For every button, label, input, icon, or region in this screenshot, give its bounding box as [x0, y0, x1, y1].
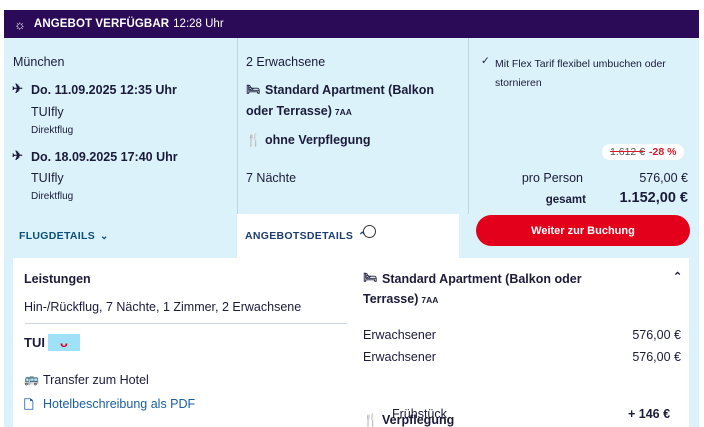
board-type: ohne Verpflegung — [265, 133, 371, 147]
room-name-line1: Standard Apartment (Balkon — [265, 83, 435, 97]
room-name-line2: oder Terrasse) 7AA — [246, 104, 352, 118]
check-icon: ✓ — [481, 55, 490, 67]
hotel-pdf-link[interactable]: Hotelbeschreibung als PDF — [43, 397, 195, 411]
price-column: ✓ Mit Flex Tarif flexibel umbuchen oder … — [468, 38, 699, 214]
continue-booking-button[interactable]: Weiter zur Buchung — [476, 215, 690, 246]
outbound-type: Direktflug — [31, 125, 74, 136]
services-title: Leistungen — [24, 272, 91, 286]
offer-panel: München ✈ Do. 11.09.2025 12:35 Uhr TUIfl… — [4, 38, 699, 427]
flex-tariff-note: Mit Flex Tarif flexibel umbuchen oder st… — [495, 58, 666, 89]
plane-return-icon: ✈ — [12, 148, 23, 163]
divider — [25, 323, 347, 324]
services-text: Hin-/Rückflug, 7 Nächte, 1 Zimmer, 2 Erw… — [24, 300, 302, 314]
offer-details-section: Leistungen Hin-/Rückflug, 7 Nächte, 1 Zi… — [13, 258, 689, 427]
travellers: 2 Erwachsene — [246, 55, 326, 69]
document-icon: 🗋 — [24, 398, 34, 412]
cutlery-icon: 🍴 — [246, 133, 261, 147]
tui-smile-logo: ᴗ — [48, 334, 80, 351]
total-label: gesamt — [545, 194, 586, 206]
departure-city: München — [13, 55, 65, 69]
breakfast-option-price: + 146 € — [628, 407, 671, 421]
offer-column: 2 Erwachsene 🛏 Standard Apartment (Balko… — [237, 38, 467, 214]
tab-flight-details-label: FLUGDETAILS — [19, 230, 96, 242]
total-price: 1.152,00 € — [619, 190, 688, 206]
cutlery-icon: 🍴 — [363, 413, 378, 427]
transfer-text: Transfer zum Hotel — [43, 373, 149, 387]
price-row-label: Erwachsener — [363, 328, 436, 342]
bed-icon: 🛏 — [246, 84, 260, 96]
chevron-down-icon: ⌄ — [100, 230, 109, 242]
per-person-price: 576,00 € — [639, 171, 688, 185]
bed-icon: 🛏 — [363, 272, 377, 284]
breakfast-radio[interactable] — [363, 225, 376, 238]
inbound-type: Direktflug — [31, 191, 74, 202]
breakfast-option-label: Frühstück — [392, 407, 447, 421]
tab-offer-details-label: ANGEBOTSDETAILS — [245, 230, 354, 242]
price-row-label: Erwachsener — [363, 350, 436, 364]
room-title-line1: Standard Apartment (Balkon oder — [382, 272, 582, 286]
plane-departure-icon: ✈ — [12, 81, 23, 96]
availability-time: 12:28 Uhr — [173, 18, 224, 30]
price-row-value: 576,00 € — [632, 328, 681, 342]
tab-flight-details[interactable]: FLUGDETAILS ⌄ — [4, 214, 236, 258]
room-title-line2: Terrasse) 7AA — [363, 292, 439, 306]
flight-column: München ✈ Do. 11.09.2025 12:35 Uhr TUIfl… — [4, 38, 236, 214]
bus-icon: 🚌 — [24, 372, 39, 386]
outbound-airline: TUIfly — [31, 105, 64, 119]
old-price: 1.612 € — [610, 146, 646, 158]
outbound-date: Do. 11.09.2025 12:35 Uhr — [31, 83, 177, 97]
per-person-label: pro Person — [521, 171, 583, 185]
chevron-up-icon[interactable]: ⌃ — [673, 270, 682, 283]
tab-offer-details[interactable]: ANGEBOTSDETAILS ⌃ — [237, 214, 459, 258]
price-row-value: 576,00 € — [632, 350, 681, 364]
availability-title: ANGEBOT VERFÜGBAR — [33, 18, 170, 30]
discount-badge: 1.612 € -28 % — [602, 144, 685, 160]
discount-percent: -28 % — [649, 146, 677, 158]
inbound-date: Do. 18.09.2025 17:40 Uhr — [31, 150, 178, 164]
sun-icon: ☼ — [14, 16, 26, 32]
nights: 7 Nächte — [246, 171, 297, 185]
tui-brand: TUI — [24, 335, 45, 350]
availability-banner: ☼ ANGEBOT VERFÜGBAR 12:28 Uhr — [4, 10, 699, 38]
inbound-airline: TUIfly — [31, 171, 64, 185]
